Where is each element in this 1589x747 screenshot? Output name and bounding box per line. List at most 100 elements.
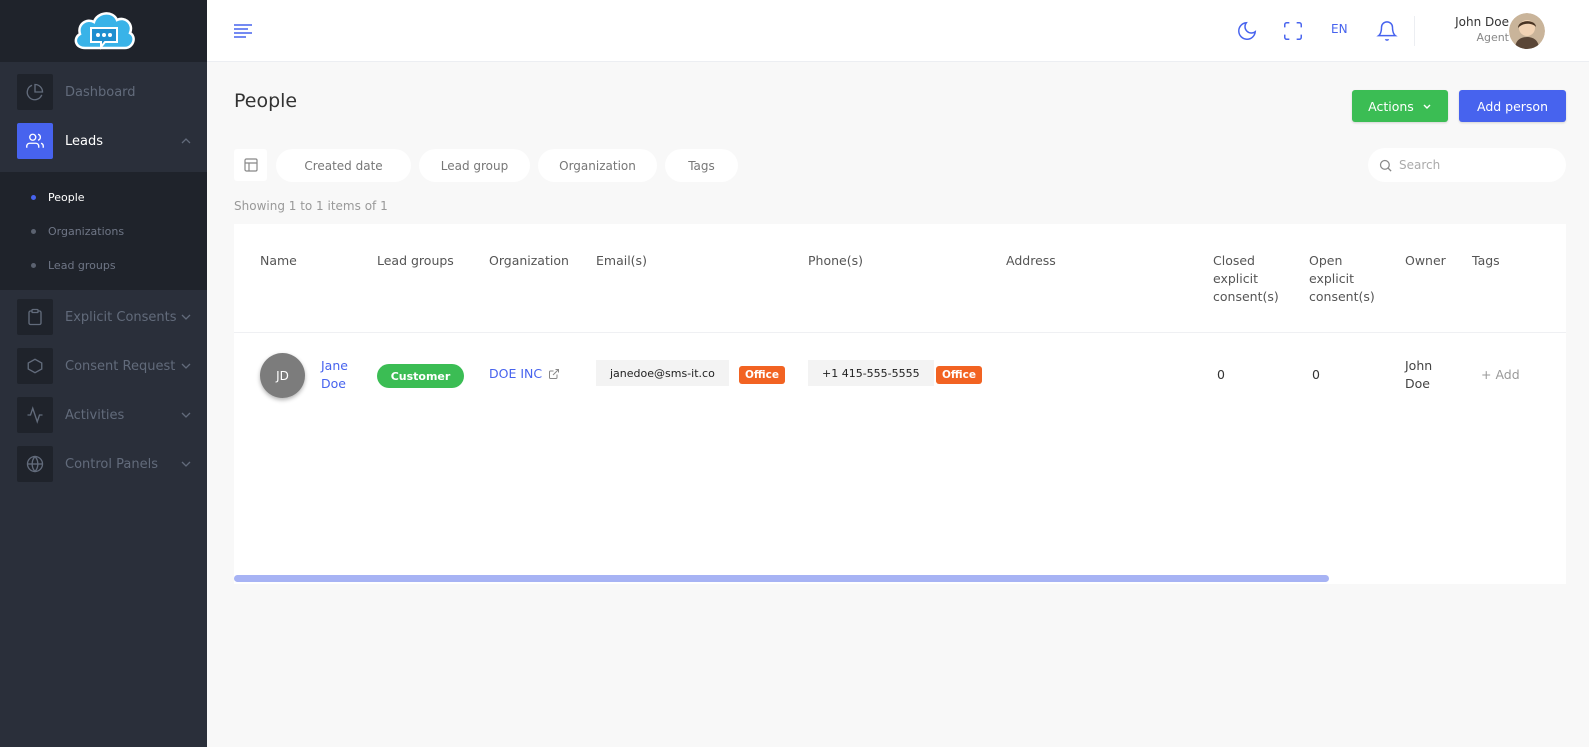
filter-created-date[interactable]: Created date — [276, 149, 411, 182]
bell-icon[interactable] — [1376, 20, 1398, 42]
add-person-button[interactable]: Add person — [1459, 90, 1566, 122]
sidebar: Dashboard Leads People Organizations Lea… — [0, 0, 207, 747]
bullet-icon — [31, 228, 36, 234]
column-layout-button[interactable] — [234, 149, 267, 181]
add-tag-button[interactable]: + Add — [1481, 367, 1520, 382]
chevron-down-icon — [181, 314, 191, 320]
owner-first-name: John — [1405, 358, 1433, 373]
open-consents-count: 0 — [1312, 367, 1320, 382]
phone-chip[interactable]: +1 415-555-5555 — [808, 360, 934, 386]
chevron-up-icon — [181, 138, 191, 144]
moon-icon[interactable] — [1236, 20, 1258, 42]
sidebar-item-label: Consent Request — [65, 358, 176, 374]
logo[interactable] — [0, 0, 207, 62]
header-divider — [1414, 16, 1415, 46]
header-line: explicit — [1309, 271, 1354, 286]
first-name: Jane — [321, 358, 348, 373]
top-header: EN John Doe Agent — [207, 0, 1589, 62]
fullscreen-icon[interactable] — [1282, 20, 1304, 42]
organization-name: DOE INC — [489, 366, 543, 381]
search-icon — [1379, 159, 1392, 172]
chevron-down-icon — [181, 363, 191, 369]
menu-toggle-icon[interactable] — [233, 22, 253, 40]
bullet-icon — [31, 194, 36, 200]
chevron-down-icon — [1423, 104, 1431, 109]
sidebar-item-consent-request[interactable]: Consent Request — [17, 348, 191, 384]
sidebar-item-control-panels[interactable]: Control Panels — [17, 446, 191, 482]
sidebar-item-label: Control Panels — [65, 456, 158, 472]
owner-last-name: Doe — [1405, 376, 1430, 391]
globe-icon — [17, 446, 53, 482]
last-name: Doe — [321, 376, 346, 391]
actions-label: Actions — [1368, 98, 1414, 114]
column-header-name[interactable]: Name — [260, 252, 297, 270]
search-box — [1368, 148, 1566, 182]
sidebar-item-label: Dashboard — [65, 84, 136, 100]
sidebar-item-label: Explicit Consents — [65, 309, 177, 325]
sidebar-item-label: Activities — [65, 407, 125, 423]
actions-dropdown-button[interactable]: Actions — [1352, 90, 1448, 122]
subnav-item-people[interactable]: People — [0, 180, 207, 214]
filter-lead-group[interactable]: Lead group — [419, 149, 530, 182]
people-table: Name Lead groups Organization Email(s) P… — [234, 224, 1566, 584]
avatar: JD — [260, 353, 305, 398]
sidebar-nav: Dashboard Leads People Organizations Lea… — [0, 62, 207, 482]
table-horizontal-scrollbar[interactable] — [234, 575, 1329, 582]
email-type-badge: Office — [739, 366, 785, 384]
hexagon-icon — [17, 348, 53, 384]
user-avatar[interactable] — [1509, 13, 1545, 49]
phone-type-badge: Office — [936, 366, 982, 384]
user-role: Agent — [1476, 31, 1509, 44]
subnav-item-organizations[interactable]: Organizations — [0, 214, 207, 248]
column-header-address[interactable]: Address — [1006, 252, 1056, 270]
clipboard-icon — [17, 299, 53, 335]
header-line: consent(s) — [1213, 289, 1279, 304]
person-name-link[interactable]: Jane Doe — [321, 357, 348, 393]
header-line: explicit — [1213, 271, 1258, 286]
chevron-down-icon — [181, 461, 191, 467]
column-header-open-consents[interactable]: Open explicit consent(s) — [1309, 252, 1375, 306]
sidebar-item-explicit-consents[interactable]: Explicit Consents — [17, 299, 191, 335]
cloud-chat-logo-icon — [74, 12, 135, 50]
closed-consents-count: 0 — [1217, 367, 1225, 382]
language-selector[interactable]: EN — [1331, 22, 1348, 36]
search-input[interactable] — [1399, 158, 1559, 172]
subnav-item-label: Lead groups — [48, 258, 116, 272]
page-title: People — [234, 90, 298, 112]
column-header-closed-consents[interactable]: Closed explicit consent(s) — [1213, 252, 1279, 306]
layout-icon — [243, 158, 258, 172]
owner-cell: John Doe — [1405, 357, 1432, 393]
user-name: John Doe — [1455, 15, 1509, 29]
column-header-organization[interactable]: Organization — [489, 252, 569, 270]
column-header-phones[interactable]: Phone(s) — [808, 252, 863, 270]
subnav-item-lead-groups[interactable]: Lead groups — [0, 248, 207, 282]
chevron-down-icon — [181, 412, 191, 418]
external-link-icon — [549, 368, 560, 379]
users-icon — [17, 123, 53, 159]
lead-group-badge: Customer — [377, 364, 464, 388]
header-line: consent(s) — [1309, 289, 1375, 304]
filter-organization[interactable]: Organization — [538, 149, 657, 182]
column-header-tags[interactable]: Tags — [1472, 252, 1500, 270]
sidebar-item-leads[interactable]: Leads — [17, 123, 191, 159]
subnav-item-label: Organizations — [48, 224, 125, 238]
header-line: Closed — [1213, 253, 1255, 268]
sidebar-item-activities[interactable]: Activities — [17, 397, 191, 433]
leads-submenu: People Organizations Lead groups — [0, 172, 207, 290]
user-avatar-icon — [1509, 13, 1545, 49]
filter-tags[interactable]: Tags — [665, 149, 738, 182]
bullet-icon — [31, 262, 36, 268]
organization-link[interactable]: DOE INC — [489, 366, 560, 381]
column-header-owner[interactable]: Owner — [1405, 252, 1446, 270]
header-divider — [234, 332, 1566, 333]
email-chip[interactable]: janedoe@sms-it.co — [596, 360, 729, 386]
sidebar-item-dashboard[interactable]: Dashboard — [17, 74, 191, 110]
header-line: Open — [1309, 253, 1343, 268]
column-header-emails[interactable]: Email(s) — [596, 252, 647, 270]
subnav-item-label: People — [48, 190, 85, 204]
column-header-lead-groups[interactable]: Lead groups — [377, 252, 454, 270]
activity-icon — [17, 397, 53, 433]
pie-chart-icon — [17, 74, 53, 110]
results-count: Showing 1 to 1 items of 1 — [234, 199, 388, 213]
sidebar-item-label: Leads — [65, 133, 104, 149]
